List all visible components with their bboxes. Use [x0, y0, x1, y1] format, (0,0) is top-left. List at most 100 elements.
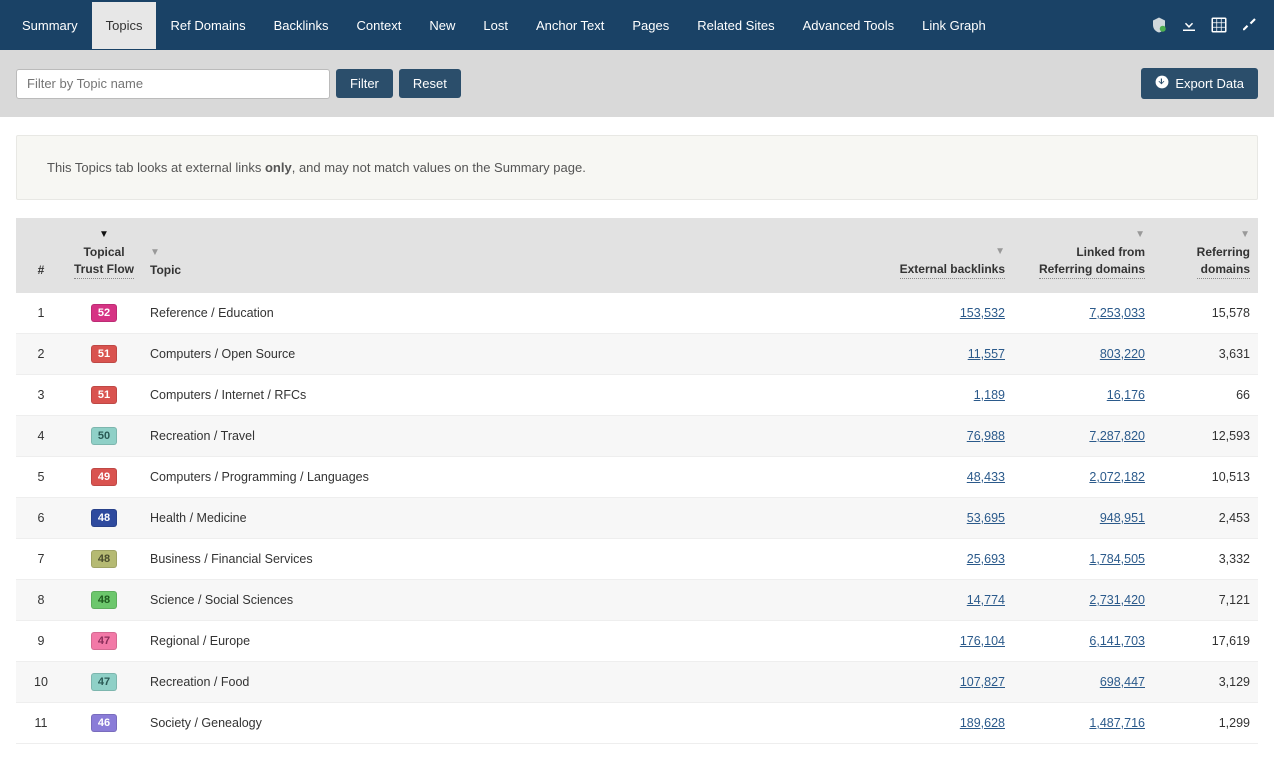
nav-anchor-text[interactable]: Anchor Text — [522, 2, 618, 49]
filter-bar: Filter Reset Export Data — [0, 50, 1274, 117]
row-number: 5 — [16, 456, 66, 497]
referring-domains: 10,513 — [1153, 456, 1258, 497]
external-backlinks-link[interactable]: 25,693 — [853, 538, 1013, 579]
trust-flow-badge: 47 — [66, 620, 142, 661]
topic-name: Computers / Internet / RFCs — [142, 374, 853, 415]
table-row: 152Reference / Education153,5327,253,033… — [16, 293, 1258, 334]
row-number: 4 — [16, 415, 66, 456]
linked-from-link[interactable]: 7,253,033 — [1013, 293, 1153, 334]
topic-name: Recreation / Travel — [142, 415, 853, 456]
table-row: 251Computers / Open Source11,557803,2203… — [16, 333, 1258, 374]
linked-from-link[interactable]: 6,141,703 — [1013, 620, 1153, 661]
topic-name: Health / Medicine — [142, 497, 853, 538]
row-number: 10 — [16, 661, 66, 702]
table-row: 748Business / Financial Services25,6931,… — [16, 538, 1258, 579]
nav-related-sites[interactable]: Related Sites — [683, 2, 788, 49]
table-row: 648Health / Medicine53,695948,9512,453 — [16, 497, 1258, 538]
external-backlinks-link[interactable]: 76,988 — [853, 415, 1013, 456]
export-label: Export Data — [1175, 76, 1244, 91]
col-trust-flow[interactable]: ▼TopicalTrust Flow — [66, 218, 142, 293]
referring-domains: 17,619 — [1153, 620, 1258, 661]
col-number[interactable]: # — [16, 218, 66, 293]
referring-domains: 2,453 — [1153, 497, 1258, 538]
linked-from-link[interactable]: 2,072,182 — [1013, 456, 1153, 497]
tools-icon[interactable] — [1240, 16, 1258, 34]
topic-name: Computers / Programming / Languages — [142, 456, 853, 497]
table-row: 1146Society / Genealogy189,6281,487,7161… — [16, 702, 1258, 743]
main-nav: SummaryTopicsRef DomainsBacklinksContext… — [0, 0, 1274, 50]
linked-from-link[interactable]: 1,784,505 — [1013, 538, 1153, 579]
nav-ref-domains[interactable]: Ref Domains — [156, 2, 259, 49]
topic-name: Business / Financial Services — [142, 538, 853, 579]
referring-domains: 3,332 — [1153, 538, 1258, 579]
referring-domains: 15,578 — [1153, 293, 1258, 334]
external-backlinks-link[interactable]: 53,695 — [853, 497, 1013, 538]
topic-name: Science / Social Sciences — [142, 579, 853, 620]
linked-from-link[interactable]: 1,487,716 — [1013, 702, 1153, 743]
col-linked-from[interactable]: ▼Linked fromReferring domains — [1013, 218, 1153, 293]
trust-flow-badge: 49 — [66, 456, 142, 497]
col-external-backlinks[interactable]: ▼External backlinks — [853, 218, 1013, 293]
linked-from-link[interactable]: 948,951 — [1013, 497, 1153, 538]
external-backlinks-link[interactable]: 107,827 — [853, 661, 1013, 702]
referring-domains: 3,631 — [1153, 333, 1258, 374]
trust-flow-badge: 50 — [66, 415, 142, 456]
linked-from-link[interactable]: 698,447 — [1013, 661, 1153, 702]
table-row: 351Computers / Internet / RFCs1,18916,17… — [16, 374, 1258, 415]
topic-filter-input[interactable] — [16, 69, 330, 99]
row-number: 1 — [16, 293, 66, 334]
nav-new[interactable]: New — [415, 2, 469, 49]
nav-backlinks[interactable]: Backlinks — [260, 2, 343, 49]
external-backlinks-link[interactable]: 11,557 — [853, 333, 1013, 374]
trust-flow-badge: 52 — [66, 293, 142, 334]
topic-name: Society / Genealogy — [142, 702, 853, 743]
table-row: 947Regional / Europe176,1046,141,70317,6… — [16, 620, 1258, 661]
linked-from-link[interactable]: 7,287,820 — [1013, 415, 1153, 456]
row-number: 3 — [16, 374, 66, 415]
export-data-button[interactable]: Export Data — [1141, 68, 1258, 99]
external-backlinks-link[interactable]: 189,628 — [853, 702, 1013, 743]
table-row: 1047Recreation / Food107,827698,4473,129 — [16, 661, 1258, 702]
referring-domains: 1,299 — [1153, 702, 1258, 743]
row-number: 7 — [16, 538, 66, 579]
external-backlinks-link[interactable]: 48,433 — [853, 456, 1013, 497]
table-row: 549Computers / Programming / Languages48… — [16, 456, 1258, 497]
table-row: 848Science / Social Sciences14,7742,731,… — [16, 579, 1258, 620]
download-icon[interactable] — [1180, 16, 1198, 34]
nav-pages[interactable]: Pages — [618, 2, 683, 49]
shield-icon[interactable] — [1150, 16, 1168, 34]
external-backlinks-link[interactable]: 153,532 — [853, 293, 1013, 334]
topic-name: Reference / Education — [142, 293, 853, 334]
row-number: 6 — [16, 497, 66, 538]
external-backlinks-link[interactable]: 176,104 — [853, 620, 1013, 661]
topics-table: # ▼TopicalTrust Flow ▼Topic ▼External ba… — [16, 218, 1258, 744]
download-circle-icon — [1155, 75, 1169, 92]
row-number: 8 — [16, 579, 66, 620]
nav-summary[interactable]: Summary — [8, 2, 92, 49]
referring-domains: 7,121 — [1153, 579, 1258, 620]
topic-name: Regional / Europe — [142, 620, 853, 661]
topic-name: Computers / Open Source — [142, 333, 853, 374]
nav-lost[interactable]: Lost — [469, 2, 522, 49]
linked-from-link[interactable]: 16,176 — [1013, 374, 1153, 415]
col-referring-domains[interactable]: ▼Referringdomains — [1153, 218, 1258, 293]
filter-button[interactable]: Filter — [336, 69, 393, 98]
trust-flow-badge: 51 — [66, 374, 142, 415]
col-topic[interactable]: ▼Topic — [142, 218, 853, 293]
nav-topics[interactable]: Topics — [92, 2, 157, 49]
external-backlinks-link[interactable]: 14,774 — [853, 579, 1013, 620]
spreadsheet-icon[interactable] — [1210, 16, 1228, 34]
topic-name: Recreation / Food — [142, 661, 853, 702]
trust-flow-badge: 48 — [66, 579, 142, 620]
reset-button[interactable]: Reset — [399, 69, 461, 98]
linked-from-link[interactable]: 2,731,420 — [1013, 579, 1153, 620]
trust-flow-badge: 48 — [66, 538, 142, 579]
linked-from-link[interactable]: 803,220 — [1013, 333, 1153, 374]
referring-domains: 66 — [1153, 374, 1258, 415]
nav-advanced-tools[interactable]: Advanced Tools — [789, 2, 909, 49]
nav-context[interactable]: Context — [343, 2, 416, 49]
trust-flow-badge: 51 — [66, 333, 142, 374]
external-backlinks-link[interactable]: 1,189 — [853, 374, 1013, 415]
row-number: 9 — [16, 620, 66, 661]
nav-link-graph[interactable]: Link Graph — [908, 2, 1000, 49]
